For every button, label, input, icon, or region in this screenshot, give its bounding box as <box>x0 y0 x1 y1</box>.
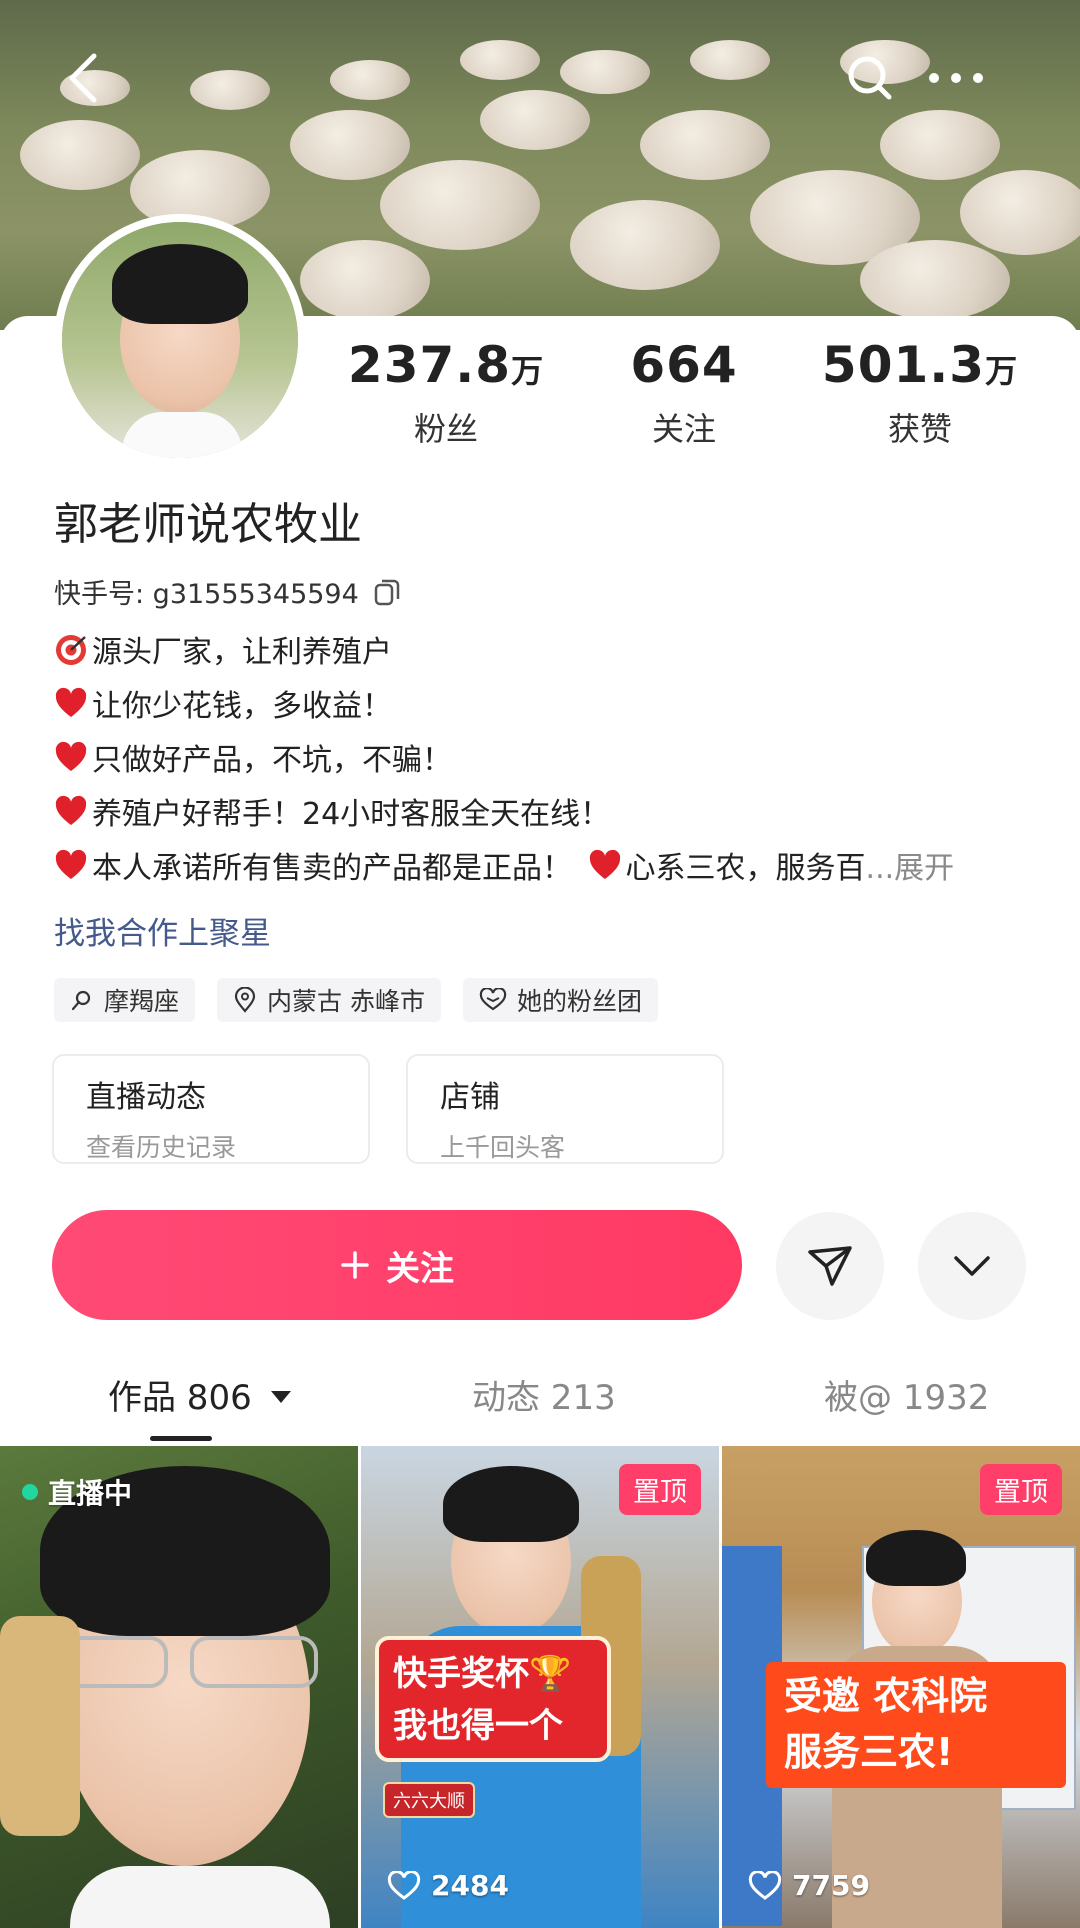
caption-line: 服务三农! <box>784 1730 954 1774</box>
tab-label: 作品 806 <box>108 1378 252 1418</box>
live-badge: 直播中 <box>22 1472 132 1512</box>
avatar[interactable] <box>54 214 306 466</box>
bio-text: 让你少花钱，多收益！ <box>92 689 392 724</box>
heart-icon <box>589 849 620 879</box>
video-grid: 直播中 置顶 快手奖杯🏆 我也得一个 六六大顺 2484 置顶 受邀 农科院 服… <box>0 1446 1080 1928</box>
tab-label: 动态 213 <box>472 1378 616 1418</box>
target-icon <box>56 635 86 665</box>
live-dot-icon <box>22 1484 38 1500</box>
tag-fan-club[interactable]: 她的粉丝团 <box>462 978 658 1022</box>
bio-line: 本人承诺所有售卖的产品都是正品！ 心系三农，服务百...展开 <box>54 842 1034 896</box>
pinned-badge: 置顶 <box>619 1464 701 1515</box>
caret-down-icon <box>270 1391 291 1403</box>
caption-line: 受邀 农科院 <box>784 1674 988 1718</box>
tag-label: 内蒙古 赤峰市 <box>267 987 425 1016</box>
tab-moments[interactable]: 动态 213 <box>472 1370 616 1419</box>
kuaishou-id-row: 快手号: g31555345594 <box>54 572 401 611</box>
likes-label: 获赞 <box>887 410 952 448</box>
tag-location[interactable]: 内蒙古 赤峰市 <box>217 978 441 1022</box>
caption-line: 快手奖杯🏆 <box>393 1654 572 1694</box>
stat-followers[interactable]: 237.8万 粉丝 <box>326 336 566 450</box>
caption-line: 我也得一个 <box>393 1706 563 1746</box>
heart-outline-icon <box>748 1870 782 1900</box>
follow-button[interactable]: 关注 <box>52 1210 742 1320</box>
pinned-badge: 置顶 <box>980 1464 1062 1515</box>
like-count-value: 7759 <box>792 1869 870 1902</box>
like-count-value: 2484 <box>431 1869 509 1902</box>
kuaishou-id: 快手号: g31555345594 <box>54 579 359 610</box>
likes-unit: 万 <box>985 352 1019 390</box>
bio: 源头厂家，让利养殖户 让你少花钱，多收益！ 只做好产品，不坑，不骗！ 养殖户好帮… <box>54 626 1034 896</box>
chevron-down-icon <box>954 1256 990 1276</box>
heart-outline-icon <box>387 1870 421 1900</box>
stat-likes[interactable]: 501.3万 获赞 <box>800 336 1040 450</box>
plus-icon <box>341 1251 369 1279</box>
back-button[interactable] <box>44 38 124 118</box>
send-icon <box>808 1246 852 1286</box>
tag-label: 摩羯座 <box>104 987 180 1016</box>
search-button[interactable] <box>830 38 910 118</box>
more-options-button[interactable] <box>916 38 996 118</box>
bio-text: 心系三农，服务百 <box>625 851 866 886</box>
entry-title: 直播动态 <box>86 1080 206 1115</box>
message-button[interactable] <box>776 1212 884 1320</box>
bio-line: 让你少花钱，多收益！ <box>54 680 1034 734</box>
fan-club-icon <box>479 988 507 1011</box>
video-caption: 受邀 农科院 服务三农! <box>766 1662 1066 1788</box>
likes-count: 501.3 <box>821 336 986 394</box>
entry-title: 店铺 <box>440 1080 500 1115</box>
bio-line: 养殖户好帮手！24小时客服全天在线！ <box>54 788 1034 842</box>
video-tile[interactable]: 直播中 <box>0 1446 358 1928</box>
bio-text: 本人承诺所有售卖的产品都是正品！ <box>92 851 572 886</box>
profile-name: 郭老师说农牧业 <box>54 499 362 550</box>
video-tile[interactable]: 置顶 快手奖杯🏆 我也得一个 六六大顺 2484 <box>361 1446 719 1928</box>
tag-zodiac[interactable]: 摩羯座 <box>54 978 196 1022</box>
video-subcaption: 六六大顺 <box>383 1782 475 1818</box>
bio-line: 源头厂家，让利养殖户 <box>54 626 1034 680</box>
live-history-entry[interactable]: 直播动态 查看历史记录 <box>52 1054 370 1164</box>
like-count: 7759 <box>748 1869 870 1902</box>
copy-icon[interactable] <box>373 577 401 607</box>
stat-following[interactable]: 664 关注 <box>564 336 804 450</box>
bio-text: 源头厂家，让利养殖户 <box>92 635 392 670</box>
search-icon <box>848 56 892 100</box>
heart-icon <box>55 795 87 825</box>
entry-subtitle: 查看历史记录 <box>86 1133 237 1162</box>
entry-subtitle: 上千回头客 <box>440 1133 566 1162</box>
followers-count: 237.8 <box>347 336 512 394</box>
video-tile[interactable]: 置顶 受邀 农科院 服务三农! 7759 <box>722 1446 1080 1928</box>
expand-bio-link[interactable]: ...展开 <box>866 851 955 886</box>
expand-recommend-button[interactable] <box>918 1212 1026 1320</box>
followers-unit: 万 <box>511 352 545 390</box>
active-tab-indicator <box>150 1436 212 1441</box>
shop-entry[interactable]: 店铺 上千回头客 <box>406 1054 724 1164</box>
zodiac-icon <box>71 990 91 1011</box>
followers-label: 粉丝 <box>413 410 478 448</box>
heart-icon <box>55 849 87 879</box>
following-count: 664 <box>630 336 738 394</box>
heart-icon <box>55 741 87 771</box>
live-label: 直播中 <box>48 1477 133 1510</box>
follow-label: 关注 <box>386 1248 454 1289</box>
heart-icon <box>55 687 87 717</box>
tag-label: 她的粉丝团 <box>516 987 642 1016</box>
tab-mentions[interactable]: 被@ 1932 <box>824 1370 989 1419</box>
like-count: 2484 <box>387 1869 509 1902</box>
video-caption: 快手奖杯🏆 我也得一个 <box>375 1636 611 1762</box>
bio-text: 养殖户好帮手！24小时客服全天在线！ <box>92 797 611 832</box>
bio-text: 只做好产品，不坑，不骗！ <box>92 743 452 778</box>
more-dots-icon <box>929 73 983 83</box>
chevron-left-icon <box>69 53 97 103</box>
following-label: 关注 <box>651 410 716 448</box>
cooperation-link[interactable]: 找我合作上聚星 <box>54 908 271 953</box>
tab-label: 被@ 1932 <box>824 1378 990 1418</box>
profile-tags: 摩羯座 内蒙古 赤峰市 她的粉丝团 <box>54 978 658 1022</box>
location-pin-icon <box>234 987 256 1013</box>
bio-line: 只做好产品，不坑，不骗！ <box>54 734 1034 788</box>
tab-works[interactable]: 作品 806 <box>108 1370 293 1419</box>
